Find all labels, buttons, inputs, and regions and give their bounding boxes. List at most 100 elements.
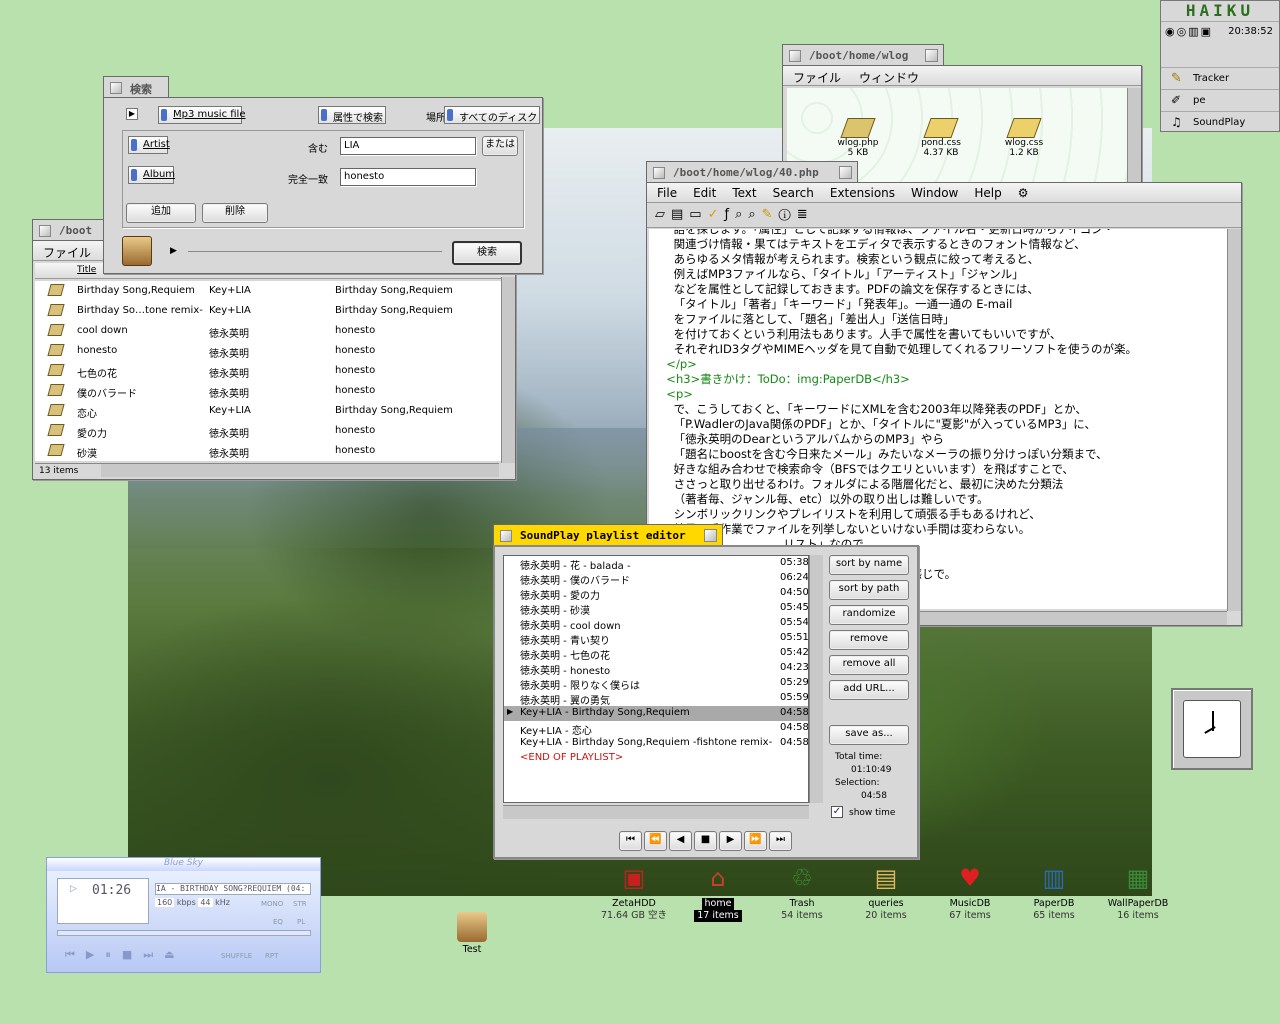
zoom-button[interactable] [839,166,852,179]
menu-extensions[interactable]: Extensions [830,186,895,200]
desktop-icon-trash[interactable]: ♲ Trash 54 items [762,860,842,922]
repeat-button[interactable]: RPT [265,952,278,960]
show-time-checkbox[interactable]: ✓ [831,806,843,818]
desktop-icon-wallpaperdb[interactable]: ▦ WallPaperDB 16 items [1098,860,1178,922]
playlist-row[interactable]: Key+LIA - Birthday Song,Requiem -fishton… [504,736,808,751]
column-title[interactable]: Title [77,265,96,275]
first-track-button[interactable]: ⏮ [619,831,642,851]
list-item[interactable]: cool down 徳永英明 honesto [35,321,505,341]
sort-by-name-button[interactable]: sort by name [829,555,909,575]
search-mode-menu[interactable]: 属性で検索 [318,106,386,124]
query-window-tab[interactable]: 検索 [103,76,169,98]
close-button[interactable] [789,50,801,62]
playlist-scrollbar[interactable] [809,555,823,803]
playlist-window-tab[interactable]: SoundPlay playlist editor [493,524,723,546]
zoom-button[interactable] [704,529,717,542]
list-item[interactable]: honesto 徳永英明 honesto [35,341,505,361]
playlist-list[interactable]: 徳永英明 - 花 - balada -05:38 徳永英明 - 僕のバラード 06:… [503,555,809,803]
pencil-icon[interactable]: ✎ [762,207,779,222]
eq-button[interactable]: EQ [273,918,283,926]
menu-window[interactable]: Window [911,186,958,200]
playlist-row[interactable]: 徳永英明 - 七色の花 05:42 [504,646,808,662]
menu-file[interactable]: File [657,186,677,200]
help-icon[interactable]: ⚙ [1018,186,1029,200]
zoom-button[interactable] [925,49,938,62]
desktop-icon-home[interactable]: ⌂ home17 items [678,860,758,922]
search-button[interactable]: 検索 [452,241,522,265]
deskbar-item-pe[interactable]: ✐ pe [1161,89,1279,111]
playlist-row[interactable]: 徳永英明 - 砂漠 05:45 [504,601,808,617]
editor-window-tab[interactable]: /boot/home/wlog/40.php [646,161,858,183]
back-button[interactable]: ◀ [669,831,692,851]
shuffle-button[interactable]: SHUFFLE [221,952,252,960]
player-controls[interactable]: ⏮▶⏸■⏭⏏ [65,948,186,962]
operator-contains[interactable]: 含む [308,140,328,155]
save-as-button[interactable]: save as... [829,725,909,745]
list-item[interactable]: 恋心 Key+LIA Birthday Song,Requiem [35,401,505,421]
attribute-menu-album[interactable]: Album [128,166,175,184]
find-icon[interactable]: ⌕ [735,207,748,222]
playlist-row[interactable]: ▶ Key+LIA - Birthday Song,Requiem 04:58 [504,706,808,721]
playlist-row[interactable]: 徳永英明 - honesto 04:23 [504,661,808,677]
menu-edit[interactable]: Edit [693,186,716,200]
playlist-row[interactable]: Key+LIA - 恋心 04:58 [504,721,808,737]
stop-button[interactable]: ■ [694,831,717,851]
playlist-row[interactable]: 徳永英明 - 翼の勇気 05:59 [504,691,808,707]
playlist-row[interactable]: 徳永英明 - 僕のバラード 06:24 [504,571,808,587]
list-item[interactable]: Birthday Song,Requiem Key+LIA Birthday Son… [35,281,505,301]
tray-icons[interactable]: ◉◎▥▣ [1165,25,1213,38]
haiku-logo[interactable]: HAIKU [1161,1,1279,21]
play-button[interactable]: ▶ [719,831,742,851]
menu-help[interactable]: Help [974,186,1001,200]
last-track-button[interactable]: ⏭ [769,831,792,851]
remove-all-button[interactable]: remove all [829,655,909,675]
desktop-icon-paperdb[interactable]: ▥ PaperDB 65 items [1014,860,1094,922]
results-hscrollbar[interactable] [101,463,499,477]
editor-scrollbar[interactable] [1227,229,1241,611]
options-arrow-icon[interactable]: ▶ [170,246,177,256]
playlist-row[interactable]: 徳永英明 - 愛の力 04:50 [504,586,808,602]
seek-bar[interactable] [57,930,311,936]
playlist-row[interactable]: 徳永英明 - 青い契り 05:51 [504,631,808,647]
album-value-input[interactable]: honesto [340,168,476,186]
playlist-row[interactable]: 徳永英明 - 限りなく僕らは 05:29 [504,676,808,692]
remove-button[interactable]: remove [829,630,909,650]
menu-window[interactable]: ウィンドウ [859,69,919,85]
add-url-button[interactable]: add URL... [829,680,909,700]
operator-is[interactable]: 完全一致 [288,171,328,186]
close-button[interactable] [653,167,665,179]
print-icon[interactable]: ▭ [689,207,707,222]
menu-text[interactable]: Text [732,186,756,200]
clock-replicant[interactable] [1171,688,1253,770]
info-icon[interactable]: ⓘ [779,207,797,222]
menu-file[interactable]: ファイル [793,69,841,85]
list-item[interactable]: 七色の花 徳永英明 honesto [35,361,505,381]
menu-file[interactable]: ファイル [43,244,91,260]
attribute-menu-artist[interactable]: Artist [128,136,170,154]
menu-search[interactable]: Search [773,186,814,200]
volume-menu[interactable]: すべてのディスク [444,106,540,124]
remove-button[interactable]: 削除 [202,203,268,223]
close-button[interactable] [500,530,512,542]
close-button[interactable] [110,82,122,94]
close-button[interactable] [39,225,51,237]
wlog-scrollbar[interactable] [1127,88,1141,184]
list-item[interactable]: Birthday So…tone remix- Key+LIA Birthday S… [35,301,505,321]
function-icon[interactable]: ƒ [725,207,736,222]
save-icon[interactable]: ▤ [671,207,689,222]
file-type-menu[interactable]: Mp3 music file [158,106,246,124]
file-icon-pond-css[interactable]: pond.css 4.37 KB [906,118,976,158]
check-icon[interactable]: ✓ [708,207,725,222]
playlist-hscrollbar[interactable] [503,805,809,819]
wlog-window-tab[interactable]: /boot/home/wlog [782,44,944,66]
deskbar-item-tracker[interactable]: ✎ Tracker [1161,67,1279,89]
file-icon-wlog-php[interactable]: wlog.php 5 KB [823,118,893,158]
disclosure-arrow[interactable]: ▶ [126,108,138,120]
artist-value-input[interactable]: LIA [340,137,476,155]
desktop-icon-musicdb[interactable]: ♥ MusicDB 67 items [930,860,1010,922]
find-next-icon[interactable]: ⌕ [748,207,761,222]
rewind-button[interactable]: ⏪ [644,831,667,851]
list-item[interactable]: 僕のバラード 徳永英明 honesto [35,381,505,401]
or-button[interactable]: または [482,136,518,156]
results-scrollbar[interactable] [501,277,515,463]
